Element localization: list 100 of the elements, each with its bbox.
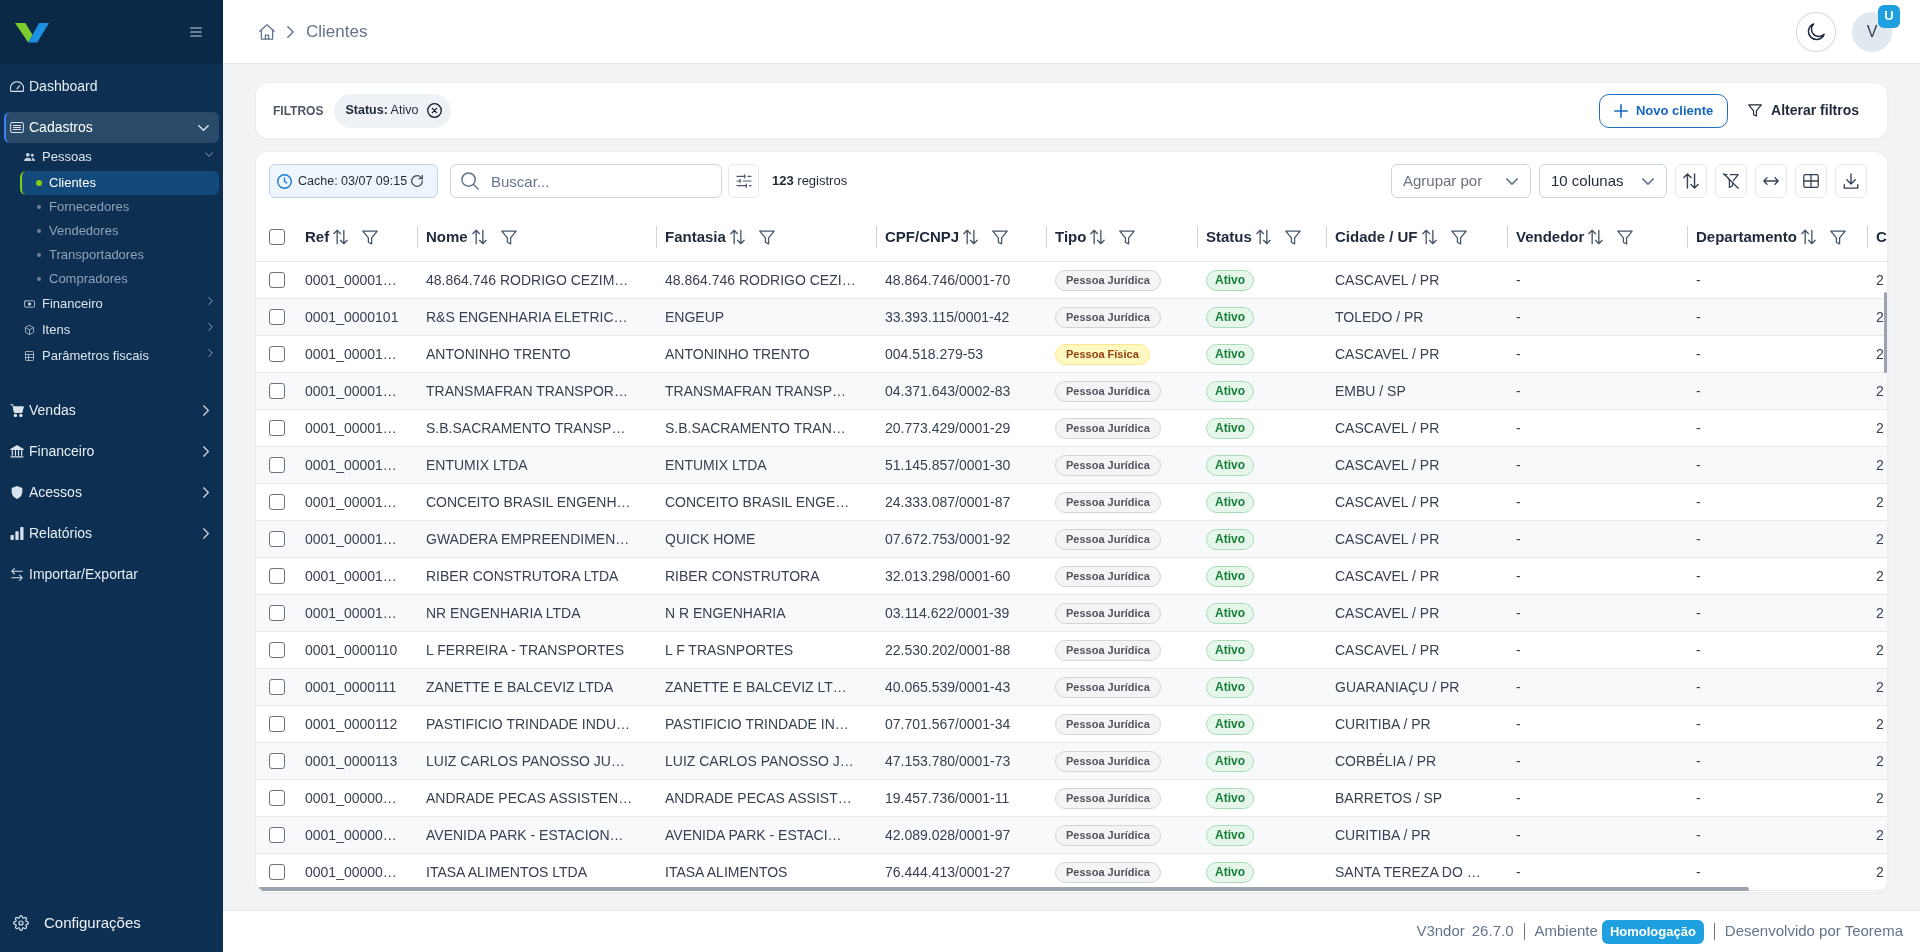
filter-settings-button[interactable] bbox=[728, 164, 759, 198]
scrollbar-thumb[interactable] bbox=[258, 887, 1749, 891]
table-cell-text: 03.114.622/0001-39 bbox=[884, 603, 1011, 623]
sort-icon[interactable] bbox=[333, 229, 349, 245]
checkbox[interactable] bbox=[269, 494, 285, 510]
table-cell-text: CURITIBA / PR bbox=[1334, 825, 1432, 845]
status-badge: Ativo bbox=[1206, 269, 1254, 291]
checkbox[interactable] bbox=[269, 605, 285, 621]
sort-icon bbox=[1683, 173, 1699, 189]
sidebar-item[interactable]: Fornecedores bbox=[20, 195, 219, 219]
sort-icon[interactable] bbox=[963, 229, 979, 245]
checkbox[interactable] bbox=[269, 827, 285, 843]
status-badge: Ativo bbox=[1206, 454, 1254, 476]
type-badge: Pessoa Jurídica bbox=[1055, 861, 1161, 883]
sidebar-item[interactable]: Configurações bbox=[4, 905, 219, 941]
scrollbar-thumb[interactable] bbox=[1884, 292, 1887, 373]
status-badge: Ativo bbox=[1206, 750, 1254, 772]
checkbox[interactable] bbox=[269, 457, 285, 473]
checkbox[interactable] bbox=[269, 716, 285, 732]
new-client-button[interactable]: Novo cliente bbox=[1599, 93, 1729, 128]
table-cell-text: 2 bbox=[1875, 344, 1885, 364]
sort-icon[interactable] bbox=[471, 229, 487, 245]
edit-filters-button[interactable]: Alterar filtros bbox=[1748, 93, 1859, 128]
logo-icon bbox=[15, 21, 49, 43]
bullet-icon bbox=[37, 205, 41, 209]
sort-icon[interactable] bbox=[1255, 229, 1271, 245]
chevron-down-icon bbox=[1506, 177, 1518, 185]
status-badge: Ativo bbox=[1206, 565, 1254, 587]
group-by-select[interactable]: Agrupar por bbox=[1391, 164, 1531, 198]
table-cell-text: N R ENGENHARIA bbox=[664, 603, 787, 623]
sort-icon[interactable] bbox=[1800, 229, 1816, 245]
theme-button[interactable] bbox=[1796, 11, 1836, 52]
filter-icon[interactable] bbox=[500, 228, 517, 246]
checkbox[interactable] bbox=[269, 383, 285, 399]
checkbox[interactable] bbox=[269, 346, 285, 362]
sidebar-item[interactable]: Transportadores bbox=[20, 243, 219, 267]
checkbox[interactable] bbox=[269, 679, 285, 695]
sidebar-item[interactable]: Acessos bbox=[4, 477, 219, 508]
checkbox[interactable] bbox=[269, 864, 285, 880]
table-cell-text: RIBER CONSTRUTORA LTDA bbox=[425, 566, 620, 586]
chevron-right-icon bbox=[287, 25, 294, 38]
checkbox[interactable] bbox=[269, 229, 285, 245]
sidebar-item[interactable]: Itens bbox=[4, 317, 219, 343]
close-icon[interactable] bbox=[427, 103, 443, 118]
filter-icon[interactable] bbox=[362, 228, 379, 246]
checkbox[interactable] bbox=[269, 790, 285, 806]
resize-button[interactable] bbox=[1755, 164, 1787, 198]
status-badge: Ativo bbox=[1206, 824, 1254, 846]
sidebar-item[interactable]: Relatórios bbox=[4, 518, 219, 549]
sort-icon[interactable] bbox=[1090, 229, 1106, 245]
table-cell-text: L F TRASNPORTES bbox=[664, 640, 795, 660]
columns-select[interactable]: 10 colunas bbox=[1539, 164, 1667, 198]
cache-button[interactable]: Cache: 03/07 09:15 bbox=[269, 164, 438, 198]
table-cell-text: 48.864.746/0001-70 bbox=[884, 270, 1012, 290]
filter-icon[interactable] bbox=[1617, 228, 1634, 246]
home-icon[interactable] bbox=[259, 23, 275, 40]
sort-button[interactable] bbox=[1675, 164, 1707, 198]
sidebar-item[interactable]: Importar/Exportar bbox=[4, 559, 219, 590]
sidebar-item[interactable]: Compradores bbox=[20, 267, 219, 291]
table-cell-text: ENTUMIX LTDA bbox=[664, 455, 768, 475]
filter-icon[interactable] bbox=[1119, 228, 1136, 246]
checkbox[interactable] bbox=[269, 420, 285, 436]
checkbox[interactable] bbox=[269, 272, 285, 288]
filter-icon[interactable] bbox=[1284, 228, 1301, 246]
filter-icon[interactable] bbox=[1450, 228, 1467, 246]
table-cell-text: RIBER CONSTRUTORA bbox=[664, 566, 821, 586]
filter-icon[interactable] bbox=[1829, 228, 1846, 246]
table-cell-text: - bbox=[1515, 566, 1522, 586]
sidebar-item[interactable]: Clientes bbox=[20, 171, 219, 195]
sidebar-item[interactable]: Dashboard bbox=[4, 71, 219, 102]
sort-icon[interactable] bbox=[1421, 229, 1437, 245]
clear-filters-button[interactable] bbox=[1715, 164, 1747, 198]
environment-label: Ambiente bbox=[1534, 921, 1598, 942]
filter-icon[interactable] bbox=[758, 228, 775, 246]
sort-icon[interactable] bbox=[1588, 229, 1604, 245]
sidebar-item[interactable]: Parâmetros fiscais bbox=[4, 343, 219, 369]
sidebar-item[interactable]: Vendedores bbox=[20, 219, 219, 243]
layout-button[interactable] bbox=[1795, 164, 1827, 198]
checkbox[interactable] bbox=[269, 309, 285, 325]
credit-text: Desenvolvido por Teorema bbox=[1724, 921, 1903, 942]
sidebar-item[interactable]: Vendas bbox=[4, 395, 219, 426]
column-header: Cidade / UF bbox=[1335, 226, 1418, 247]
checkbox[interactable] bbox=[269, 753, 285, 769]
table-cell-text: 0001_0000111 bbox=[304, 677, 398, 697]
checkbox[interactable] bbox=[269, 642, 285, 658]
sidebar-item[interactable]: Financeiro bbox=[4, 436, 219, 467]
sidebar-item[interactable]: Cadastros bbox=[4, 112, 219, 143]
search-field[interactable]: Buscar... bbox=[450, 164, 722, 198]
filter-icon[interactable] bbox=[992, 228, 1009, 246]
menu-icon[interactable] bbox=[190, 27, 202, 37]
table-cell-text: 04.371.643/0002-83 bbox=[884, 381, 1012, 401]
table-cell-text: - bbox=[1515, 529, 1522, 549]
sort-icon[interactable] bbox=[729, 229, 745, 245]
table-cell-text: CONCEITO BRASIL ENGE… bbox=[664, 492, 851, 512]
download-button[interactable] bbox=[1835, 164, 1867, 198]
checkbox[interactable] bbox=[269, 568, 285, 584]
checkbox[interactable] bbox=[269, 531, 285, 547]
sidebar-item[interactable]: Pessoas bbox=[4, 144, 219, 170]
sidebar-item[interactable]: Financeiro bbox=[4, 291, 219, 317]
table-cell-text: ZANETTE E BALCEVIZ LTDA bbox=[425, 677, 615, 697]
